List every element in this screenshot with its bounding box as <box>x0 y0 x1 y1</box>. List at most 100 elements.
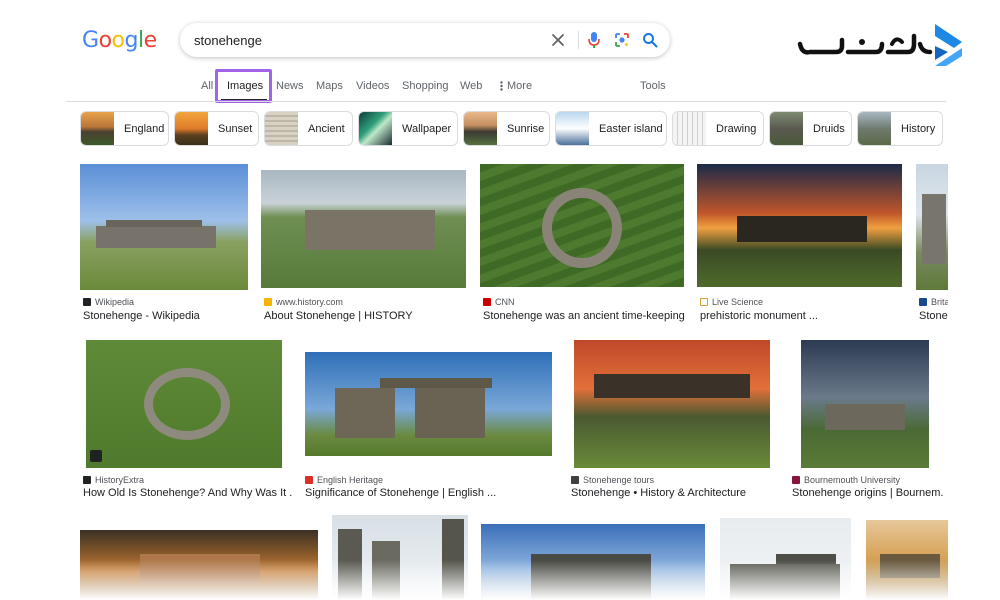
chip-label: Easter island <box>599 122 663 135</box>
lens-icon[interactable] <box>612 30 632 50</box>
brand-logo <box>796 22 968 68</box>
logo-letter: o <box>111 28 125 53</box>
result-source: English Heritage <box>317 475 384 485</box>
result-title[interactable]: Stonel <box>919 310 948 322</box>
chip-drawing[interactable]: Drawing <box>672 111 764 146</box>
chip-druids[interactable]: Druids <box>769 111 852 146</box>
chip-england[interactable]: England <box>80 111 169 146</box>
chip-history[interactable]: History <box>857 111 943 146</box>
wikipedia-favicon <box>83 298 91 306</box>
result-source: CNN <box>495 297 515 307</box>
search-box[interactable]: stonehenge <box>180 23 670 57</box>
result-thumbnail[interactable] <box>916 164 948 290</box>
result-title[interactable]: About Stonehenge | HISTORY <box>264 310 469 322</box>
logo-letter: o <box>98 28 112 53</box>
englishheritage-favicon <box>305 476 313 484</box>
image-result[interactable]: Live Science prehistoric monument ... <box>697 164 902 324</box>
livescience-favicon <box>700 298 708 306</box>
chip-label: Sunset <box>218 122 253 135</box>
google-logo[interactable]: Google <box>82 28 157 53</box>
chip-label: England <box>124 122 165 135</box>
result-thumbnail[interactable] <box>481 524 705 600</box>
tab-maps[interactable]: Maps <box>316 80 343 92</box>
result-title[interactable]: Significance of Stonehenge | English ... <box>305 487 558 499</box>
image-result[interactable]: www.history.com About Stonehenge | HISTO… <box>261 164 466 324</box>
result-source: Live Science <box>712 297 764 307</box>
search-divider <box>578 31 579 49</box>
tools-button[interactable]: Tools <box>640 80 666 92</box>
tab-videos[interactable]: Videos <box>356 80 389 92</box>
result-thumbnail[interactable] <box>86 340 282 468</box>
result-title[interactable]: How Old Is Stonehenge? And Why Was It ..… <box>83 487 293 499</box>
chip-ancient[interactable]: Ancient <box>264 111 353 146</box>
image-result[interactable] <box>720 518 851 600</box>
image-result[interactable]: Brita Stonel <box>916 164 948 324</box>
result-title[interactable]: Stonehenge was an ancient time-keeping .… <box>483 310 687 322</box>
image-result[interactable] <box>80 518 318 600</box>
microphone-icon[interactable] <box>584 30 604 50</box>
result-source: Brita <box>931 297 948 307</box>
result-source: HistoryExtra <box>95 475 145 485</box>
image-result[interactable] <box>481 520 705 600</box>
chip-thumbnail <box>464 112 497 145</box>
chip-thumbnail <box>770 112 803 145</box>
result-thumbnail[interactable] <box>697 164 902 287</box>
historyextra-favicon <box>83 476 91 484</box>
image-result[interactable]: Wikipedia Stonehenge - Wikipedia <box>80 164 248 324</box>
result-source: Wikipedia <box>95 297 135 307</box>
result-source: www.history.com <box>276 297 343 307</box>
image-result[interactable]: Stonehenge tours Stonehenge • History & … <box>568 336 773 506</box>
result-thumbnail[interactable] <box>80 530 318 600</box>
result-thumbnail[interactable] <box>801 340 929 468</box>
chip-label: Ancient <box>308 122 345 135</box>
tab-more[interactable]: More <box>500 80 532 92</box>
search-input[interactable]: stonehenge <box>194 33 262 48</box>
images-tab-highlight <box>215 69 272 103</box>
result-thumbnail[interactable] <box>720 518 851 600</box>
result-title[interactable]: prehistoric monument ... <box>700 310 905 322</box>
tab-all[interactable]: All <box>201 80 213 92</box>
result-thumbnail[interactable] <box>261 170 466 288</box>
chip-wallpaper[interactable]: Wallpaper <box>358 111 458 146</box>
result-title[interactable]: Stonehenge - Wikipedia <box>83 310 249 322</box>
image-result[interactable] <box>332 515 468 600</box>
result-title[interactable]: Stonehenge • History & Architecture <box>571 487 776 499</box>
chip-easter-island[interactable]: Easter island <box>555 111 667 146</box>
chip-thumbnail <box>673 112 706 145</box>
tab-news[interactable]: News <box>276 80 304 92</box>
result-thumbnail[interactable] <box>332 515 468 600</box>
result-thumbnail[interactable] <box>866 520 948 600</box>
tab-web[interactable]: Web <box>460 80 482 92</box>
logo-letter: e <box>143 28 158 53</box>
image-result[interactable]: HistoryExtra How Old Is Stonehenge? And … <box>80 336 293 506</box>
chip-thumbnail <box>858 112 891 145</box>
tab-more-label: More <box>507 80 533 92</box>
chip-sunset[interactable]: Sunset <box>174 111 259 146</box>
result-thumbnail[interactable] <box>480 164 684 287</box>
search-tabs: All Images News Maps Videos Shopping Web… <box>0 78 1000 100</box>
more-dots-icon <box>500 81 503 91</box>
result-source: Stonehenge tours <box>583 475 655 485</box>
image-result[interactable] <box>866 520 948 600</box>
result-thumbnail[interactable] <box>305 352 552 456</box>
chip-label: History <box>901 122 936 135</box>
tab-shopping[interactable]: Shopping <box>402 80 449 92</box>
result-thumbnail[interactable] <box>80 164 248 290</box>
logo-letter: G <box>82 28 99 53</box>
history-favicon <box>264 298 272 306</box>
image-result[interactable]: Bournemouth University Stonehenge origin… <box>789 336 944 506</box>
britannica-favicon <box>919 298 927 306</box>
chip-label: Sunrise <box>507 122 545 135</box>
search-icon[interactable] <box>640 30 660 50</box>
chip-thumbnail <box>359 112 392 145</box>
image-result[interactable]: English Heritage Significance of Stonehe… <box>302 336 555 506</box>
clear-icon[interactable] <box>548 30 568 50</box>
chip-thumbnail <box>556 112 589 145</box>
result-title[interactable]: Stonehenge origins | Bournem... <box>792 487 944 499</box>
result-source: Bournemouth University <box>804 475 901 485</box>
logo-letter: g <box>124 28 139 53</box>
image-result[interactable]: CNN Stonehenge was an ancient time-keepi… <box>480 164 687 324</box>
chip-sunrise[interactable]: Sunrise <box>463 111 550 146</box>
result-thumbnail[interactable] <box>574 340 770 468</box>
chip-label: Druids <box>813 122 845 135</box>
